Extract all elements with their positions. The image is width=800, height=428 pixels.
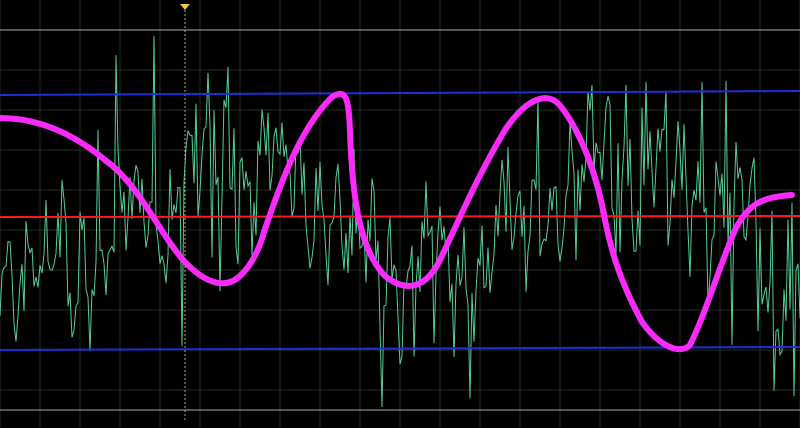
scope-display <box>0 0 800 428</box>
oscilloscope-screen <box>0 0 800 428</box>
center-reference-line[interactable] <box>0 215 800 218</box>
